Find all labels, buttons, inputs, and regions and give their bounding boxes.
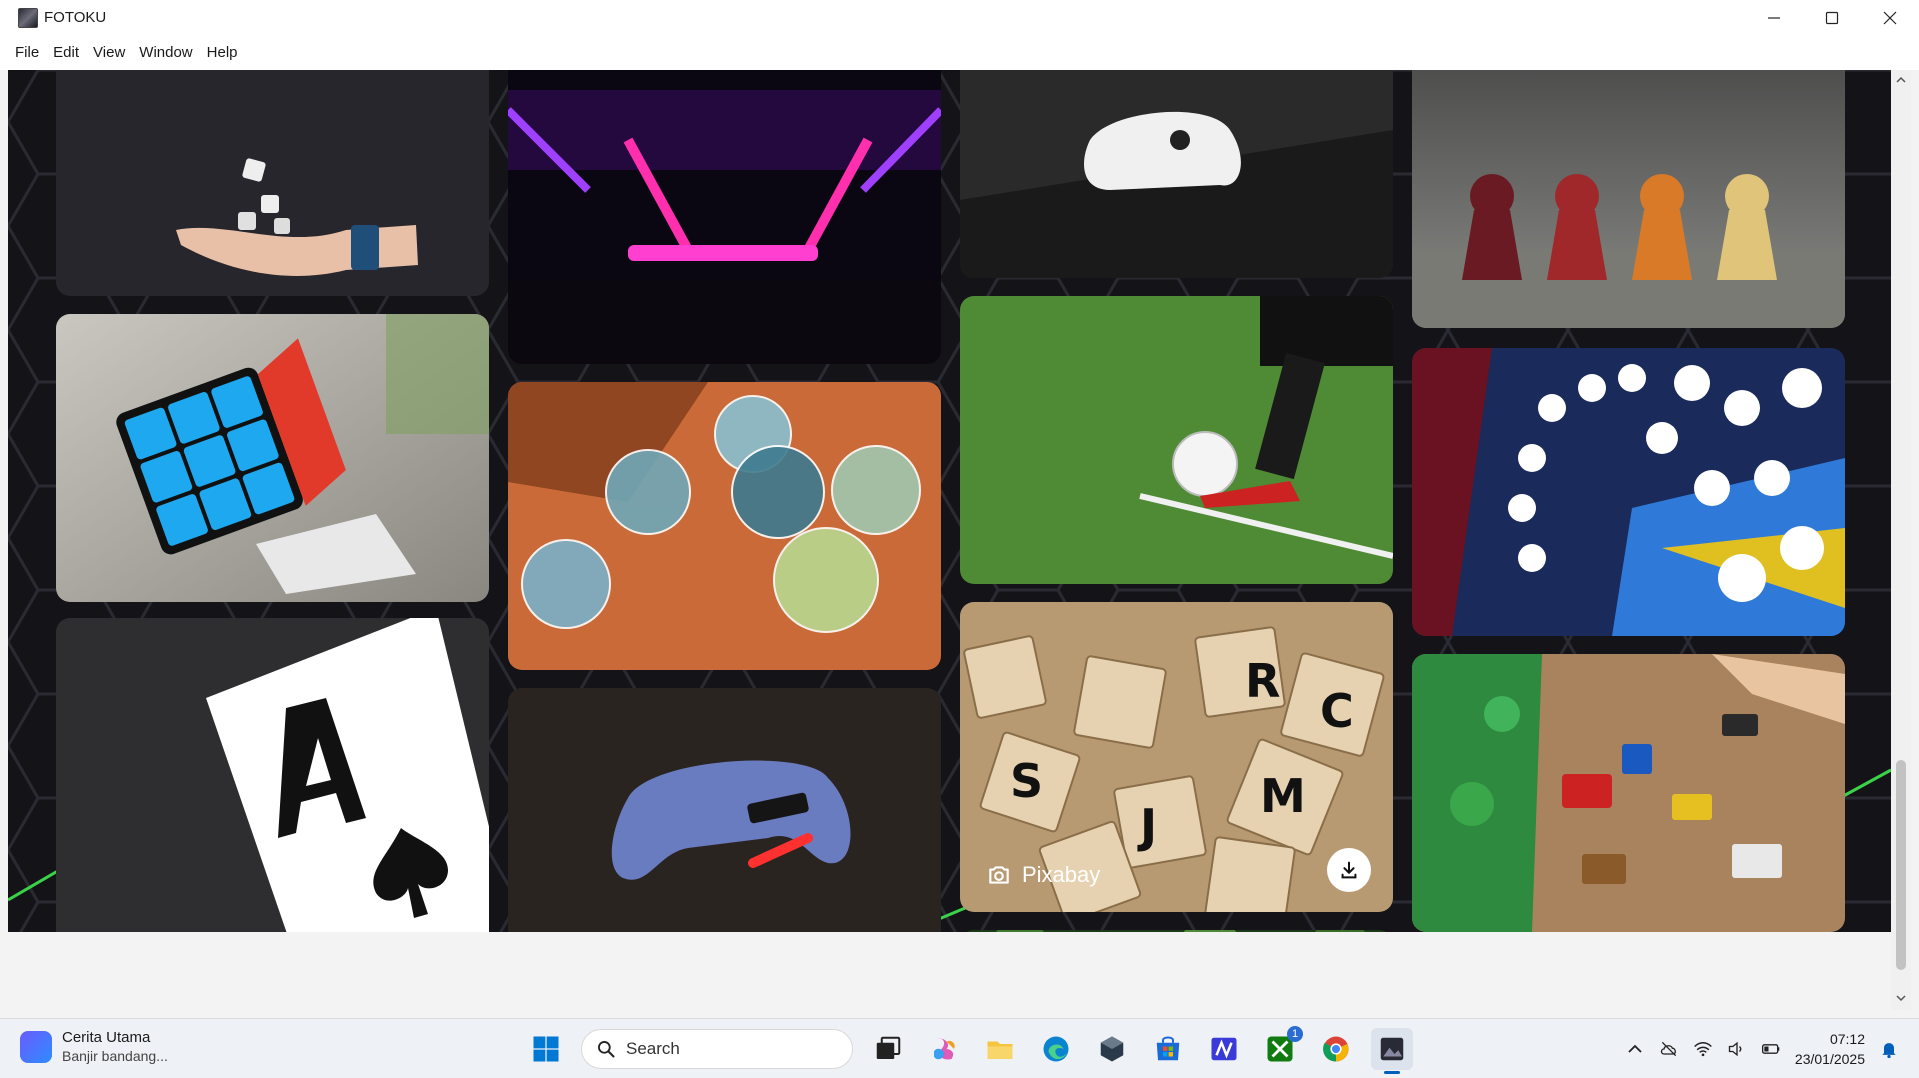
dice-hand-image bbox=[56, 70, 489, 296]
svg-text:M: M bbox=[1260, 769, 1306, 823]
system-clock[interactable]: 07:12 23/01/2025 bbox=[1795, 1029, 1865, 1069]
cube-app-icon bbox=[1100, 1036, 1124, 1062]
copilot-button[interactable] bbox=[923, 1028, 965, 1070]
carnival-image bbox=[1412, 348, 1845, 636]
news-widget[interactable]: Cerita Utama Banjir bandang... bbox=[20, 1029, 168, 1064]
task-view-icon bbox=[876, 1036, 901, 1059]
menu-bar: File Edit View Window Help bbox=[0, 35, 1919, 70]
photo-card-carnival-lights[interactable] bbox=[1412, 348, 1845, 636]
xbox-notification-badge: 1 bbox=[1287, 1026, 1303, 1042]
store-icon bbox=[1156, 1036, 1180, 1061]
news-widget-subtitle: Banjir bandang... bbox=[62, 1048, 168, 1064]
download-icon bbox=[1341, 861, 1357, 879]
photo-card-soccer-ball[interactable] bbox=[960, 296, 1393, 584]
soccer-image bbox=[960, 296, 1393, 584]
taskbar-search[interactable]: Search bbox=[581, 1029, 853, 1069]
photo-card-board-game-pawns[interactable] bbox=[1412, 70, 1845, 328]
camera-icon bbox=[989, 866, 1009, 884]
search-icon bbox=[598, 1041, 615, 1058]
menu-file[interactable]: File bbox=[8, 44, 46, 61]
photo-card-rubiks-cube[interactable] bbox=[56, 314, 489, 602]
edge-icon bbox=[1043, 1036, 1069, 1062]
fotoku-app-icon bbox=[1380, 1037, 1404, 1061]
close-icon bbox=[1883, 11, 1897, 24]
vertical-scrollbar[interactable] bbox=[1891, 70, 1911, 1010]
edge-button[interactable] bbox=[1035, 1028, 1077, 1070]
volume-icon[interactable] bbox=[1727, 1039, 1747, 1059]
app-cube-button[interactable] bbox=[1091, 1028, 1133, 1070]
maximize-button[interactable] bbox=[1803, 0, 1861, 35]
marbles-image bbox=[508, 382, 941, 670]
file-explorer-button[interactable] bbox=[979, 1028, 1021, 1070]
scrollbar-thumb[interactable] bbox=[1896, 760, 1906, 970]
neon-arcade-image bbox=[508, 70, 941, 364]
microsoft-store-button[interactable] bbox=[1147, 1028, 1189, 1070]
download-button[interactable] bbox=[1327, 848, 1371, 892]
onedrive-offline-icon[interactable] bbox=[1659, 1039, 1679, 1059]
photo-card-neon-arcade[interactable] bbox=[508, 70, 941, 364]
menu-edit[interactable]: Edit bbox=[46, 44, 86, 61]
news-widget-title: Cerita Utama bbox=[62, 1029, 151, 1046]
wifi-icon[interactable] bbox=[1693, 1039, 1713, 1059]
editor-app-icon bbox=[1211, 1037, 1237, 1061]
news-widget-icon bbox=[20, 1030, 52, 1063]
clock-time: 07:12 bbox=[1829, 1031, 1865, 1047]
task-view-button[interactable] bbox=[867, 1028, 909, 1070]
battery-icon[interactable] bbox=[1761, 1039, 1781, 1059]
white-gamepad-image bbox=[960, 70, 1393, 278]
menu-window[interactable]: Window bbox=[132, 44, 199, 61]
rubiks-cube-image bbox=[56, 314, 489, 602]
chrome-icon bbox=[1323, 1036, 1349, 1062]
gallery-viewport: RCM S J Pixabay bbox=[8, 70, 1891, 932]
maximize-icon bbox=[1825, 11, 1839, 24]
menu-help[interactable]: Help bbox=[200, 44, 245, 61]
photo-gallery: RCM S J Pixabay bbox=[8, 70, 1891, 932]
scroll-down-icon[interactable] bbox=[1895, 992, 1907, 1004]
photo-card-ace-of-spades[interactable] bbox=[56, 618, 489, 932]
photo-credit-label: Pixabay bbox=[1022, 862, 1101, 887]
taskbar: Cerita Utama Banjir bandang... Search 1 … bbox=[0, 1018, 1919, 1078]
window-title: FOTOKU bbox=[44, 9, 107, 26]
xbox-button[interactable]: 1 bbox=[1259, 1026, 1303, 1070]
fotoku-taskbar-button[interactable] bbox=[1371, 1028, 1413, 1074]
vscode-like-button[interactable] bbox=[1203, 1028, 1245, 1070]
close-button[interactable] bbox=[1861, 0, 1919, 35]
svg-text:R: R bbox=[1245, 654, 1280, 708]
clock-date: 23/01/2025 bbox=[1794, 1051, 1865, 1067]
minimize-icon bbox=[1768, 16, 1780, 19]
app-icon bbox=[18, 7, 38, 28]
start-button[interactable] bbox=[525, 1028, 567, 1070]
svg-text:J: J bbox=[1137, 799, 1157, 853]
photo-card-scrabble-tiles[interactable]: RCM S J Pixabay bbox=[960, 602, 1393, 912]
taskbar-apps: Search 1 bbox=[525, 1026, 1413, 1074]
notifications-icon[interactable] bbox=[1879, 1039, 1899, 1059]
ace-card-image bbox=[56, 618, 489, 932]
scroll-up-icon[interactable] bbox=[1895, 74, 1907, 86]
system-tray: 07:12 23/01/2025 bbox=[1625, 1025, 1899, 1073]
controller-image bbox=[508, 688, 941, 932]
minimize-button[interactable] bbox=[1745, 0, 1803, 35]
folder-icon bbox=[987, 1041, 1013, 1059]
copilot-icon bbox=[934, 1038, 955, 1060]
toys-image bbox=[1412, 654, 1845, 932]
show-hidden-icons-icon[interactable] bbox=[1625, 1039, 1645, 1059]
pawns-image bbox=[1412, 70, 1845, 328]
search-placeholder: Search bbox=[626, 1039, 680, 1058]
windows-logo-icon bbox=[533, 1036, 559, 1062]
svg-text:C: C bbox=[1320, 684, 1354, 738]
photo-card-game-controller[interactable] bbox=[508, 688, 941, 932]
chrome-button[interactable] bbox=[1315, 1028, 1357, 1070]
photo-credit: Pixabay bbox=[986, 862, 1100, 888]
title-bar: FOTOKU bbox=[0, 0, 1919, 35]
menu-view[interactable]: View bbox=[86, 44, 132, 61]
photo-card-marbles[interactable] bbox=[508, 382, 941, 670]
photo-card-toy-figures[interactable] bbox=[1412, 654, 1845, 932]
photo-card-dice-hand[interactable] bbox=[56, 70, 489, 296]
photo-card-white-gamepad[interactable] bbox=[960, 70, 1393, 278]
svg-text:S: S bbox=[1010, 754, 1043, 808]
